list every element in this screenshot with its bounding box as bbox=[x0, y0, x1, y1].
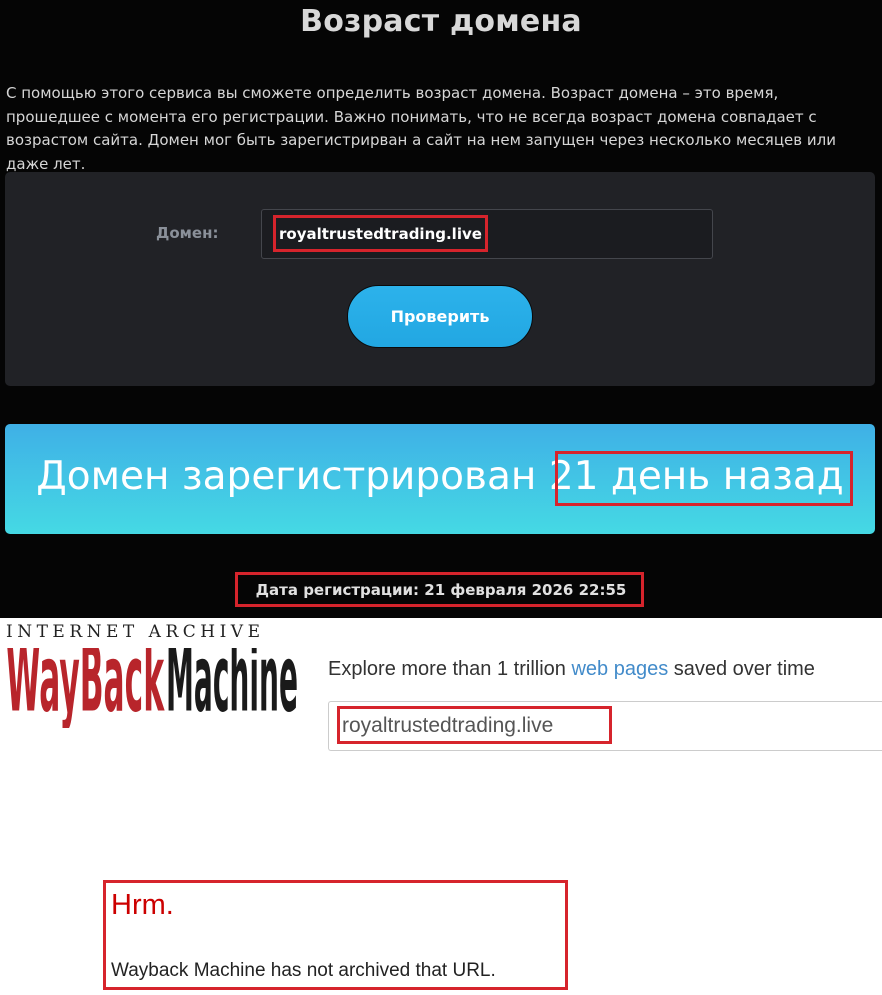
web-pages-link[interactable]: web pages bbox=[571, 658, 668, 680]
wayback-search-input[interactable] bbox=[328, 701, 882, 751]
wayback-tagline: Explore more than 1 trillion web pages s… bbox=[328, 658, 815, 681]
internet-archive-title: INTERNET ARCHIVE bbox=[6, 622, 265, 642]
logo-wayback-text: WayBack bbox=[6, 648, 165, 728]
check-button[interactable]: Проверить bbox=[347, 285, 533, 348]
tagline-after: saved over time bbox=[668, 658, 815, 680]
tagline-before: Explore more than 1 trillion bbox=[328, 658, 572, 680]
wayback-machine-logo[interactable]: WayBack Machine bbox=[6, 648, 298, 728]
error-title: Hrm. bbox=[111, 889, 174, 921]
domain-age: 21 день назад bbox=[548, 454, 844, 499]
logo-machine-text: Machine bbox=[166, 648, 298, 728]
wayback-machine: INTERNET ARCHIVE WayBack Machine Explore… bbox=[0, 618, 882, 995]
intro-text: С помощью этого сервиса вы сможете опред… bbox=[6, 84, 836, 173]
result-banner: Домен зарегистрирован 21 день назад bbox=[5, 424, 875, 534]
not-archived-message: Hrm. Wayback Machine has not archived th… bbox=[103, 880, 568, 990]
domain-label: Домен: bbox=[156, 224, 219, 242]
domain-input[interactable] bbox=[261, 209, 713, 259]
registration-date: Дата регистрации: 21 февраля 2026 22:55 bbox=[255, 581, 627, 599]
page-title: Возраст домена bbox=[300, 4, 582, 39]
domain-age-checker: Возраст домена С помощью этого сервиса в… bbox=[0, 0, 882, 618]
domain-form: Домен: Проверить bbox=[5, 172, 875, 386]
error-message: Wayback Machine has not archived that UR… bbox=[111, 960, 496, 981]
result-prefix: Домен зарегистрирован bbox=[36, 454, 537, 499]
result-text: Домен зарегистрирован 21 день назад bbox=[5, 454, 875, 499]
